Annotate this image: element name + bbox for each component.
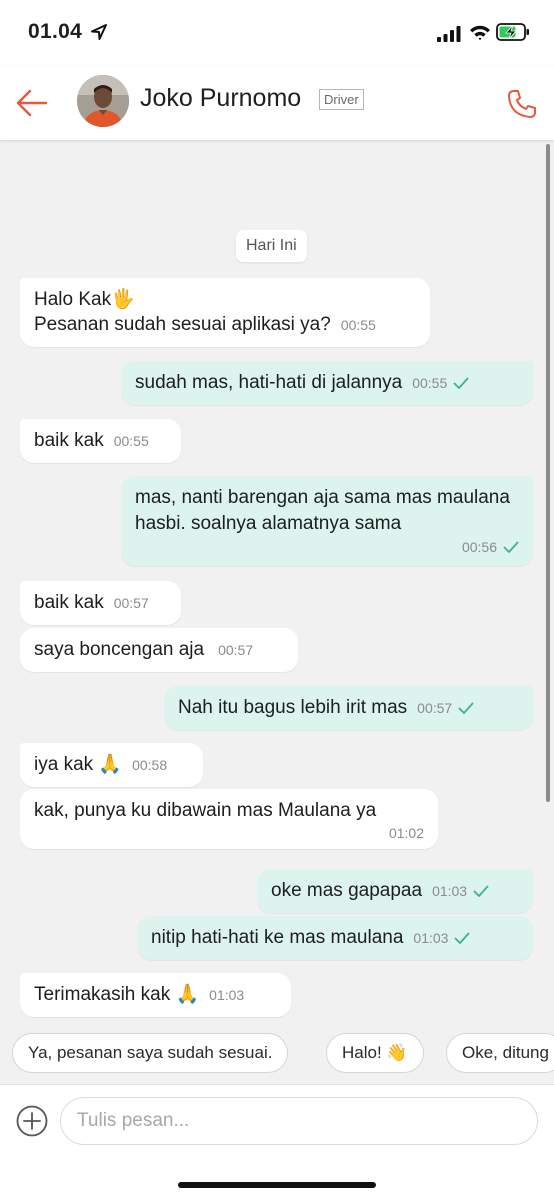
message-incoming[interactable]: iya kak 🙏 00:58	[20, 743, 203, 787]
message-time: 01:03	[209, 987, 245, 1003]
chat-header: Joko Purnomo Driver	[0, 66, 554, 140]
message-composer	[0, 1084, 554, 1200]
message-time: 00:55	[412, 375, 448, 391]
message-incoming[interactable]: baik kak 00:55	[20, 419, 181, 463]
message-text: baik kak	[34, 592, 104, 613]
sent-check-icon	[458, 702, 474, 714]
quick-reply-chip[interactable]: Ya, pesanan saya sudah sesuai.	[12, 1033, 289, 1073]
message-incoming[interactable]: kak, punya ku dibawain mas Maulana ya 01…	[20, 789, 438, 849]
message-input[interactable]	[60, 1097, 538, 1145]
message-outgoing[interactable]: sudah mas, hati-hati di jalannya 00:55	[121, 361, 533, 405]
message-meta: 00:55	[412, 371, 469, 396]
chat-area[interactable]: Hari Ini Halo Kak🖐 Pesanan sudah sesuai …	[0, 140, 554, 1025]
message-incoming[interactable]: Terimakasih kak 🙏 01:03	[20, 973, 291, 1017]
message-incoming[interactable]: Halo Kak🖐 Pesanan sudah sesuai aplikasi …	[20, 278, 430, 347]
message-text: nitip hati-hati ke mas maulana	[151, 927, 404, 948]
message-time: 00:57	[218, 642, 254, 658]
message-text: Halo Kak🖐 Pesanan sudah sesuai aplikasi …	[34, 289, 331, 335]
message-text: baik kak	[34, 430, 104, 451]
message-time: 00:58	[132, 757, 168, 773]
sent-check-icon	[454, 932, 471, 944]
message-time: 01:03	[413, 930, 449, 946]
message-text: kak, punya ku dibawain mas Maulana ya	[34, 800, 377, 821]
quick-reply-chip[interactable]: Oke, ditung	[446, 1033, 554, 1073]
message-text: mas, nanti barengan aja sama mas maulana…	[135, 487, 516, 534]
message-time: 00:57	[113, 595, 149, 611]
message-meta: 01:03	[413, 926, 471, 951]
message-meta: 01:03	[432, 879, 489, 904]
message-text: Nah itu bagus lebih irit mas	[178, 697, 408, 718]
message-outgoing[interactable]: nitip hati-hati ke mas maulana 01:03	[137, 916, 533, 960]
quick-replies: Ya, pesanan saya sudah sesuai. Halo! 👋 O…	[0, 1022, 554, 1084]
message-time: 00:56	[461, 539, 497, 555]
location-arrow-icon	[91, 24, 107, 40]
date-separator: Hari Ini	[236, 230, 307, 262]
message-incoming[interactable]: saya boncengan aja 00:57	[20, 628, 298, 672]
message-meta: 00:57	[417, 696, 474, 721]
status-time: 01.04	[28, 20, 83, 43]
message-text: iya kak 🙏	[34, 754, 123, 775]
plus-circle-icon[interactable]	[16, 1105, 48, 1137]
status-bar: 01.04	[0, 0, 554, 66]
phone-icon[interactable]	[506, 88, 538, 120]
message-text: oke mas gapapaa	[271, 880, 423, 901]
message-outgoing[interactable]: Nah itu bagus lebih irit mas 00:57	[164, 686, 533, 730]
quick-reply-chip[interactable]: Halo! 👋	[326, 1033, 424, 1073]
sent-check-icon	[503, 541, 519, 553]
message-text: Terimakasih kak 🙏	[34, 984, 200, 1005]
sent-check-icon	[453, 377, 469, 389]
home-indicator	[178, 1182, 376, 1188]
message-text: saya boncengan aja	[34, 639, 205, 660]
message-time: 01:02	[388, 825, 424, 841]
message-time: 00:55	[113, 433, 149, 449]
avatar[interactable]	[77, 75, 129, 127]
message-outgoing[interactable]: oke mas gapapaa 01:03	[257, 869, 533, 913]
sent-check-icon	[473, 885, 489, 897]
scrollbar[interactable]	[546, 144, 550, 802]
battery-charging-icon	[496, 23, 529, 41]
contact-name: Joko Purnomo	[140, 84, 302, 112]
message-meta: 00:56	[135, 537, 519, 557]
message-time: 01:03	[432, 883, 468, 899]
message-text: sudah mas, hati-hati di jalannya	[135, 372, 403, 393]
signal-icon	[437, 26, 461, 42]
back-arrow-icon[interactable]	[16, 88, 48, 118]
message-time: 00:57	[417, 700, 453, 716]
driver-photo	[77, 75, 129, 127]
message-time: 00:55	[340, 317, 376, 333]
wifi-icon	[470, 25, 490, 41]
message-incoming[interactable]: baik kak 00:57	[20, 581, 181, 625]
message-outgoing[interactable]: mas, nanti barengan aja sama mas maulana…	[121, 476, 533, 566]
role-badge: Driver	[319, 89, 364, 110]
